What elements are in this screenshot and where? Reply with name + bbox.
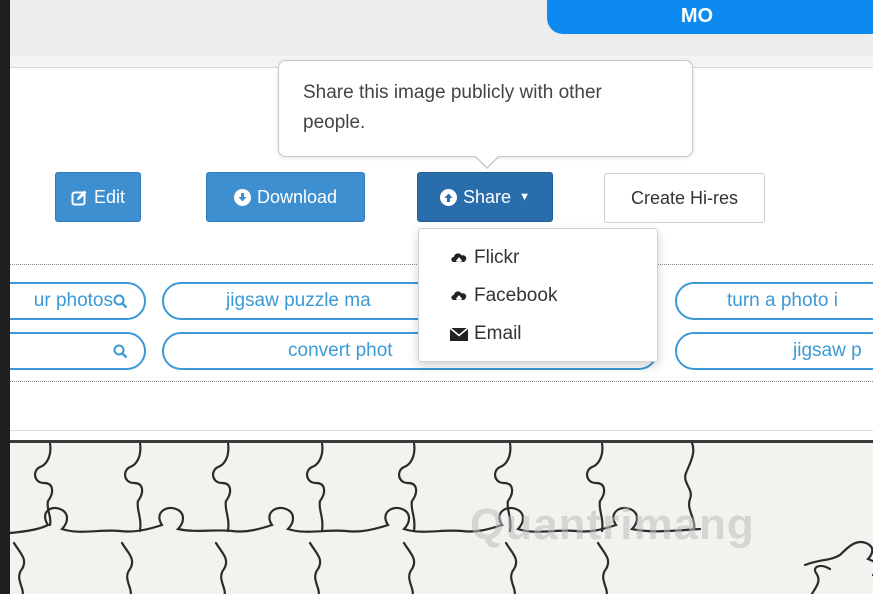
search-icon <box>113 344 128 358</box>
share-menu-item-label: Facebook <box>474 285 558 306</box>
create-hires-label: Create Hi-res <box>630 187 739 208</box>
download-button[interactable]: Download <box>206 172 365 222</box>
user-menu-button[interactable]: MO <box>547 0 873 34</box>
share-icon <box>440 188 458 206</box>
share-label: Share <box>463 186 512 207</box>
tag-label: ur photos <box>33 290 113 311</box>
tag-pill[interactable]: jigsaw p <box>675 332 873 370</box>
tag-label: turn a photo i <box>727 290 838 311</box>
window-edge <box>0 0 10 594</box>
tag-label: convert phot <box>288 340 393 361</box>
tag-label: jigsaw puzzle ma <box>226 290 371 311</box>
share-menu-item-label: Email <box>474 323 522 344</box>
edit-label: Edit <box>93 186 126 207</box>
share-dropdown-menu: Flickr Facebook Email <box>418 228 658 362</box>
create-hires-button[interactable]: Create Hi-res <box>604 173 765 223</box>
share-tooltip: Share this image publicly with other peo… <box>278 60 693 157</box>
tooltip-arrow-fill <box>475 155 499 167</box>
tag-pill[interactable]: turn a photo i <box>675 282 873 320</box>
share-menu-item-label: Flickr <box>474 247 520 268</box>
search-icon <box>113 294 128 308</box>
download-icon <box>233 188 251 206</box>
share-menu-item-flickr[interactable]: Flickr <box>419 239 657 277</box>
share-menu-item-email[interactable]: Email <box>419 315 657 353</box>
share-menu-item-facebook[interactable]: Facebook <box>419 277 657 315</box>
tag-pill[interactable]: ur photos <box>0 282 146 320</box>
chevron-down-icon: ▼ <box>519 191 530 203</box>
content-divider <box>10 430 873 431</box>
cloud-upload-icon <box>451 253 467 266</box>
tooltip-text: Share this image publicly with other peo… <box>303 82 602 133</box>
tag-label: jigsaw p <box>793 340 862 361</box>
edit-icon <box>71 190 87 205</box>
watermark-text: Quantrimang <box>470 500 755 549</box>
edit-button[interactable]: Edit <box>55 172 141 222</box>
envelope-icon <box>449 327 469 341</box>
tag-pill[interactable] <box>0 332 146 370</box>
user-menu-label: MO <box>680 4 714 27</box>
download-label: Download <box>256 186 338 207</box>
cloud-upload-icon <box>451 291 467 304</box>
share-button[interactable]: Share ▼ <box>417 172 553 222</box>
image-action-toolbar: Edit Download Share ▼ Create Hi-res <box>0 172 873 224</box>
